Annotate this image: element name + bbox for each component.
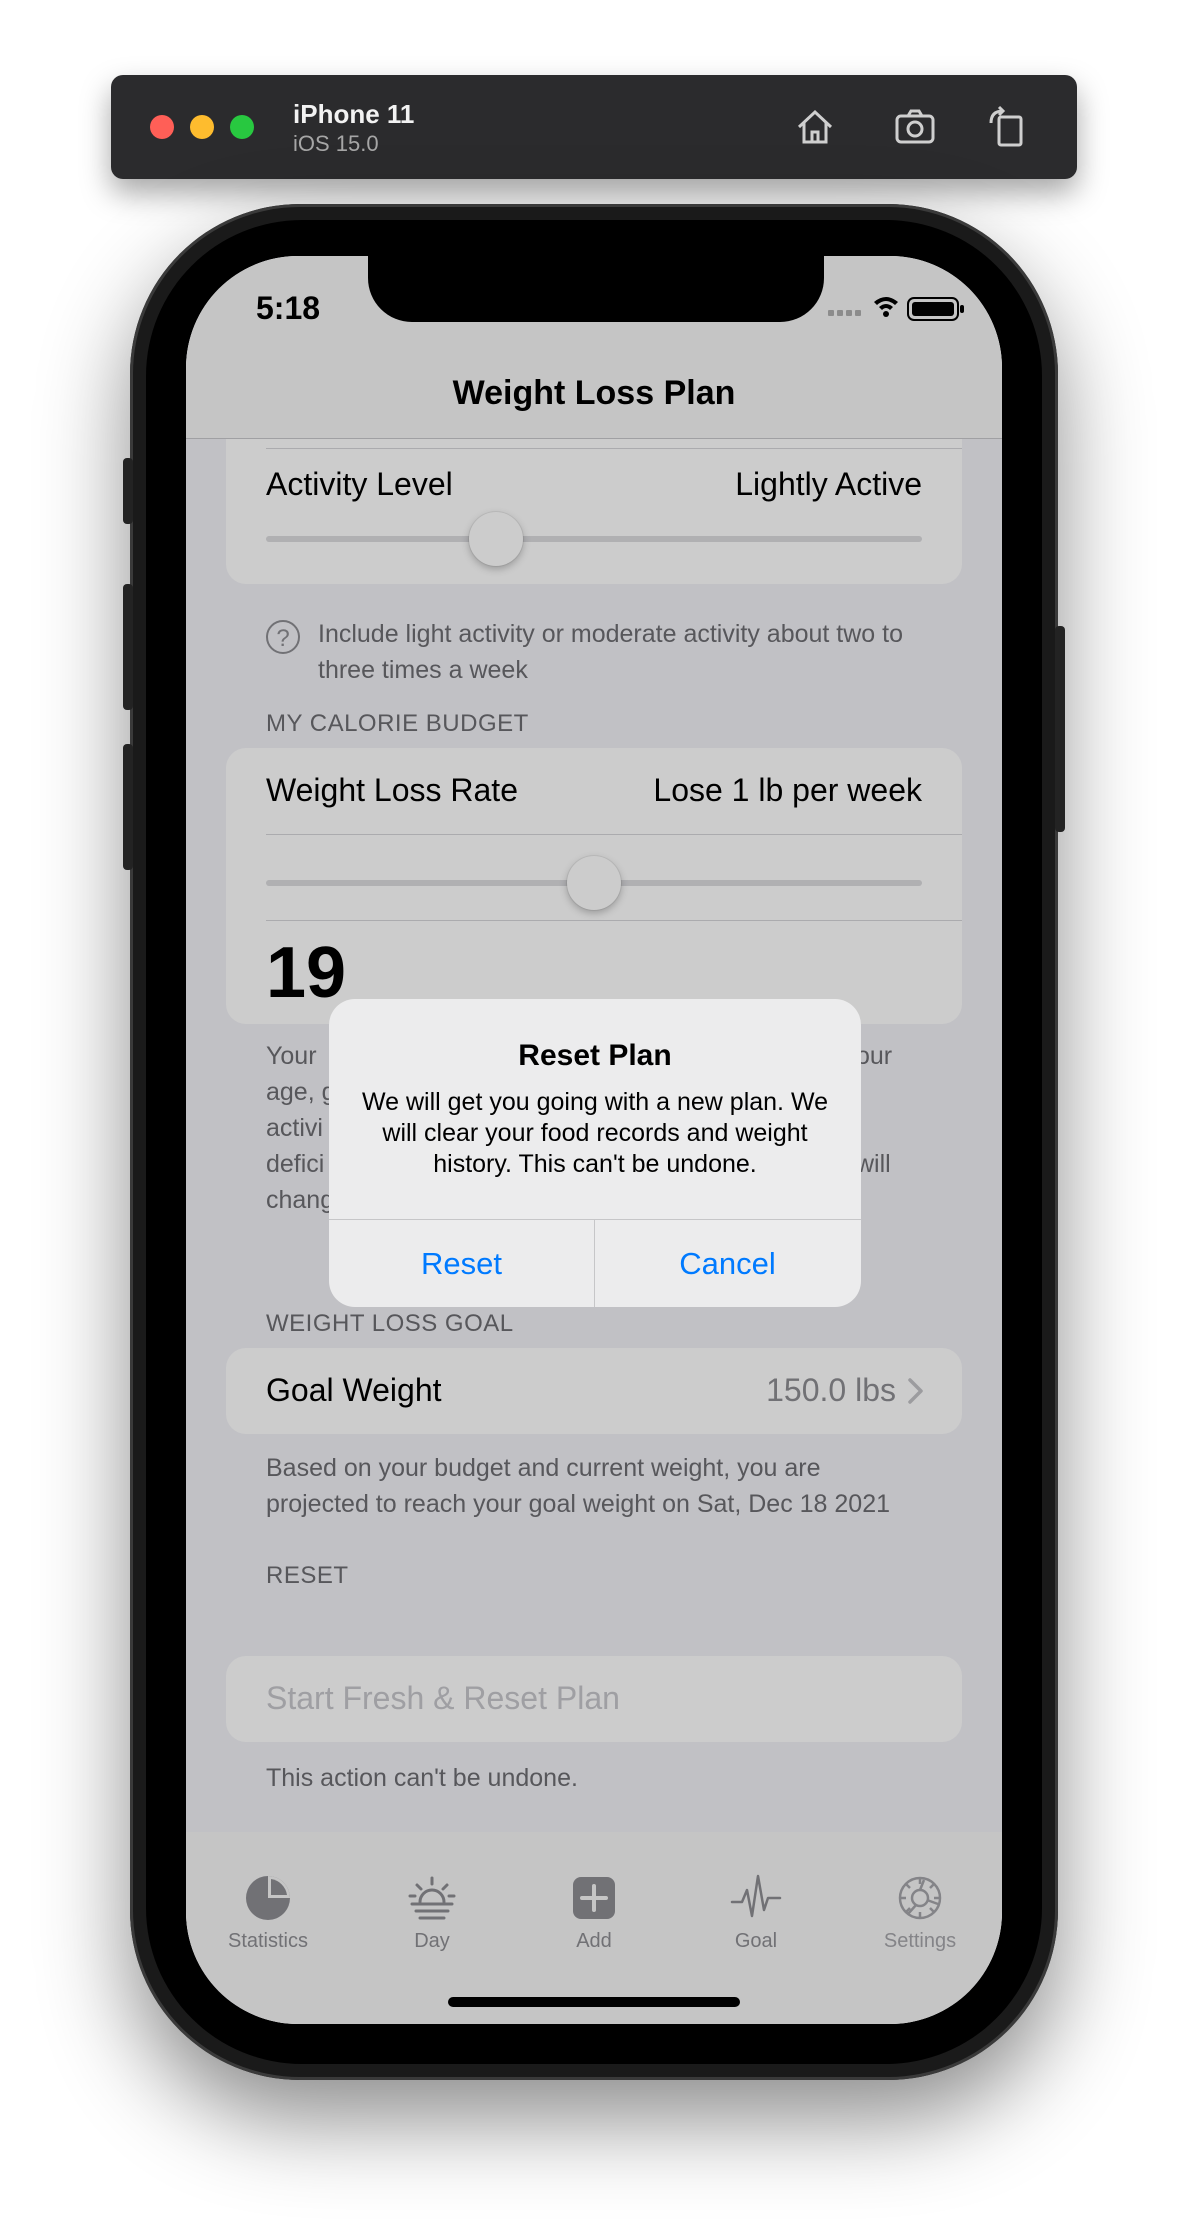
close-window-button[interactable] — [150, 115, 174, 139]
screenshot-icon[interactable] — [891, 103, 939, 151]
alert-title: Reset Plan — [518, 1039, 672, 1072]
notch — [368, 256, 824, 322]
power-button — [1055, 626, 1065, 832]
device-name: iPhone 11 — [293, 99, 415, 129]
zoom-window-button[interactable] — [230, 115, 254, 139]
os-version: iOS 15.0 — [293, 131, 379, 156]
mute-switch — [123, 458, 133, 524]
alert-reset-button[interactable]: Reset — [329, 1220, 594, 1307]
rotate-icon[interactable] — [983, 103, 1031, 151]
alert-message: We will get you going with a new plan. W… — [362, 1088, 828, 1178]
phone-screen: 5:18 Weight Loss Plan Activity Level Lig… — [186, 256, 1002, 2024]
volume-up-button — [123, 584, 133, 710]
home-icon[interactable] — [791, 103, 839, 151]
volume-down-button — [123, 744, 133, 870]
alert-cancel-button[interactable]: Cancel — [595, 1220, 860, 1307]
home-indicator — [448, 1997, 740, 2007]
simulator-toolbar: iPhone 11 iOS 15.0 — [111, 75, 1077, 179]
minimize-window-button[interactable] — [190, 115, 214, 139]
reset-plan-alert: Reset Plan We will get you going with a … — [329, 999, 861, 1307]
